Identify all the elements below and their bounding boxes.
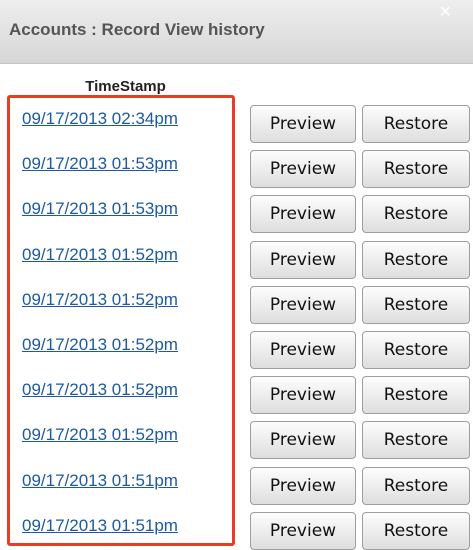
preview-button[interactable]: Preview <box>250 105 356 143</box>
restore-button[interactable]: Restore <box>362 285 470 324</box>
preview-button[interactable]: Preview <box>250 150 356 189</box>
restore-button[interactable]: Restore <box>362 240 470 279</box>
restore-button[interactable]: Restore <box>362 376 470 415</box>
restore-button[interactable]: Restore <box>362 150 470 189</box>
close-icon[interactable]: × <box>439 2 451 22</box>
record-view-history-dialog: Accounts : Record View history × TimeSta… <box>0 0 473 550</box>
preview-button[interactable]: Preview <box>250 331 356 369</box>
preview-button[interactable]: Preview <box>250 195 356 234</box>
preview-button[interactable]: Preview <box>250 421 356 460</box>
preview-button[interactable]: Preview <box>250 285 356 324</box>
timestamp-highlight-box <box>7 95 235 546</box>
preview-button[interactable]: Preview <box>250 511 356 550</box>
timestamp-column-header: TimeStamp <box>85 78 166 95</box>
restore-button[interactable]: Restore <box>362 331 470 369</box>
preview-button[interactable]: Preview <box>250 376 356 415</box>
restore-button[interactable]: Restore <box>362 511 470 550</box>
dialog-title: Accounts : Record View history <box>9 20 265 39</box>
restore-button[interactable]: Restore <box>362 105 470 143</box>
restore-button[interactable]: Restore <box>362 195 470 234</box>
restore-button[interactable]: Restore <box>362 466 470 505</box>
dialog-titlebar: Accounts : Record View history × <box>0 0 473 64</box>
preview-button[interactable]: Preview <box>250 466 356 505</box>
preview-button[interactable]: Preview <box>250 240 356 279</box>
restore-button[interactable]: Restore <box>362 421 470 460</box>
